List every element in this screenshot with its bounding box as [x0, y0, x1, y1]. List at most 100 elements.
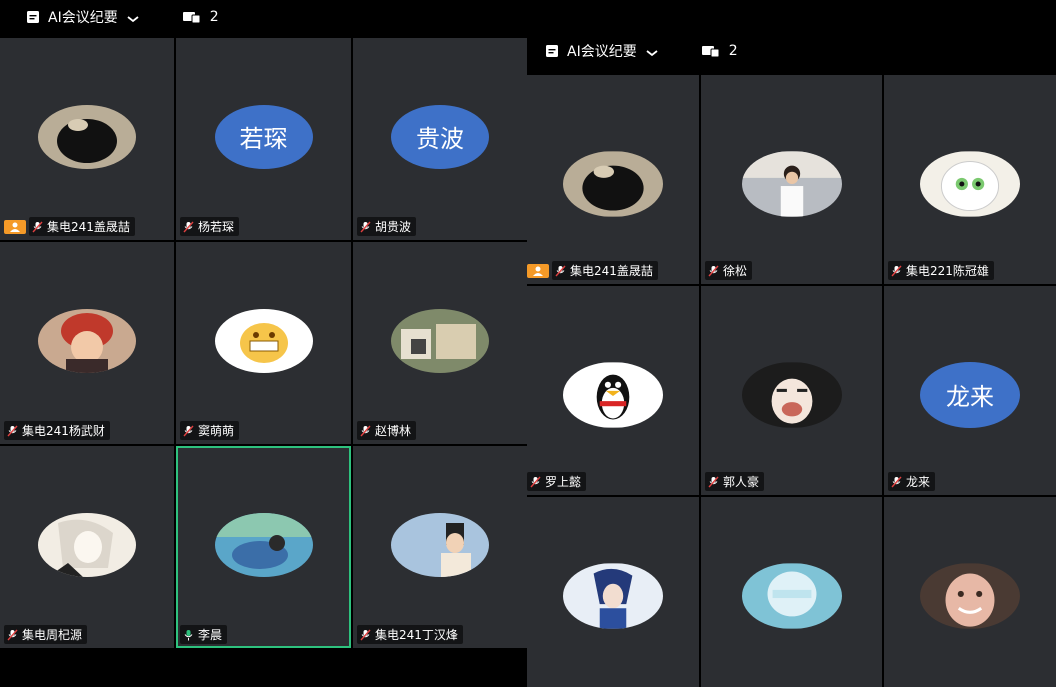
participant-tile[interactable] — [884, 497, 1056, 687]
participant-tile[interactable]: 龙来 龙来 — [884, 286, 1056, 495]
name-bar: 集电221陈冠雄 — [888, 261, 994, 280]
participant-name: 郭人豪 — [723, 475, 760, 489]
name-bar: 罗上懿 — [527, 472, 587, 491]
host-icon — [4, 219, 26, 234]
avatar — [38, 512, 136, 577]
participant-tile[interactable]: 集电241杨武财 — [0, 242, 174, 444]
screen-share-count[interactable]: 2 — [182, 9, 219, 25]
name-bar: 集电241盖晟喆 — [4, 217, 135, 236]
participant-tile-active-speaker[interactable]: 李晨 — [176, 446, 351, 648]
participant-tile[interactable] — [527, 497, 699, 687]
top-bar: AI会议纪要 2 — [527, 34, 1056, 68]
mic-muted-icon — [183, 221, 194, 233]
participant-name-tag: 龙来 — [888, 472, 936, 491]
participant-name-tag: 胡贵波 — [357, 217, 417, 236]
avatar — [563, 362, 663, 428]
mic-muted-icon — [555, 265, 566, 277]
avatar — [741, 151, 842, 217]
avatar: 若琛 — [214, 104, 313, 169]
mic-muted-icon — [708, 265, 719, 277]
name-bar: 李晨 — [180, 625, 228, 644]
name-bar: 赵博林 — [357, 421, 417, 440]
avatar — [741, 362, 842, 428]
participant-tile[interactable]: 集电221陈冠雄 — [884, 75, 1056, 284]
avatar — [391, 308, 489, 373]
mic-muted-icon — [530, 476, 541, 488]
participant-tile[interactable]: 赵博林 — [353, 242, 527, 444]
participant-name-tag: 徐松 — [705, 261, 753, 280]
participant-name: 李晨 — [198, 628, 223, 642]
screen-share-count[interactable]: 2 — [701, 43, 738, 59]
avatar — [391, 512, 489, 577]
participant-name-tag: 集电241丁汉烽 — [357, 625, 463, 644]
name-bar: 胡贵波 — [357, 217, 417, 236]
participant-tile[interactable] — [701, 497, 882, 687]
participant-count: 2 — [209, 9, 219, 25]
participant-name: 集电241杨武财 — [22, 424, 105, 438]
participant-tile[interactable]: 集电241盖晟喆 — [0, 38, 174, 240]
participant-name: 龙来 — [906, 475, 931, 489]
screen-share-icon — [182, 10, 202, 24]
participant-name-tag: 罗上懿 — [527, 472, 587, 491]
chevron-down-icon — [645, 46, 659, 57]
avatar — [741, 563, 842, 629]
mic-muted-icon — [891, 265, 902, 277]
participant-tile[interactable]: 罗上懿 — [527, 286, 699, 495]
name-bar: 集电周杞源 — [4, 625, 88, 644]
host-icon — [527, 263, 549, 278]
participant-name-tag: 集电241杨武财 — [4, 421, 110, 440]
name-bar: 郭人豪 — [705, 472, 765, 491]
mic-muted-icon — [708, 476, 719, 488]
participant-name: 杨若琛 — [198, 220, 235, 234]
participant-name: 赵博林 — [375, 424, 412, 438]
mic-muted-icon — [183, 425, 194, 437]
participant-name: 窦萌萌 — [198, 424, 235, 438]
participant-name-tag: 集电周杞源 — [4, 625, 88, 644]
avatar: 龙来 — [920, 361, 1020, 428]
name-bar: 集电241丁汉烽 — [357, 625, 463, 644]
mic-muted-icon — [7, 425, 18, 437]
participant-tile[interactable]: 贵波 胡贵波 — [353, 38, 527, 240]
avatar — [38, 308, 136, 373]
participant-name: 集电241丁汉烽 — [375, 628, 458, 642]
participant-name: 集电周杞源 — [22, 628, 83, 642]
participant-count: 2 — [728, 43, 738, 59]
video-grid: 集电241盖晟喆 若琛 杨若琛 贵波 胡贵波 集电241杨武财 窦萌萌 赵博林 … — [0, 38, 527, 648]
participant-name-tag: 杨若琛 — [180, 217, 240, 236]
participant-name-tag: 赵博林 — [357, 421, 417, 440]
avatar — [563, 563, 663, 629]
participant-name: 胡贵波 — [375, 220, 412, 234]
participant-name-tag: 郭人豪 — [705, 472, 765, 491]
name-bar: 集电241盖晟喆 — [527, 261, 658, 280]
avatar — [214, 512, 313, 577]
participant-name: 集电221陈冠雄 — [906, 264, 989, 278]
name-bar: 窦萌萌 — [180, 421, 240, 440]
participant-tile[interactable]: 郭人豪 — [701, 286, 882, 495]
participant-name-tag: 窦萌萌 — [180, 421, 240, 440]
participant-tile[interactable]: 集电周杞源 — [0, 446, 174, 648]
document-icon — [26, 10, 40, 24]
mic-on-icon — [183, 629, 194, 641]
avatar — [214, 308, 313, 373]
participant-tile[interactable]: 集电241盖晟喆 — [527, 75, 699, 284]
bottom-bar — [0, 648, 527, 685]
participant-tile[interactable]: 徐松 — [701, 75, 882, 284]
participant-tile[interactable]: 若琛 杨若琛 — [176, 38, 351, 240]
mic-muted-icon — [32, 221, 43, 233]
participant-tile[interactable]: 窦萌萌 — [176, 242, 351, 444]
name-bar: 杨若琛 — [180, 217, 240, 236]
chevron-down-icon — [126, 12, 140, 23]
ai-minutes-button[interactable]: AI会议纪要 — [26, 7, 140, 27]
document-icon — [545, 44, 559, 58]
avatar — [38, 104, 136, 169]
avatar — [920, 151, 1020, 217]
participant-name-tag: 集电241盖晟喆 — [552, 261, 658, 280]
ai-minutes-button[interactable]: AI会议纪要 — [545, 41, 659, 61]
name-bar: 龙来 — [888, 472, 936, 491]
top-bar: AI会议纪要 2 — [0, 0, 527, 34]
participant-name: 集电241盖晟喆 — [570, 264, 653, 278]
participant-name-tag: 集电221陈冠雄 — [888, 261, 994, 280]
screen-share-icon — [701, 44, 721, 58]
mic-muted-icon — [7, 629, 18, 641]
participant-tile[interactable]: 集电241丁汉烽 — [353, 446, 527, 648]
